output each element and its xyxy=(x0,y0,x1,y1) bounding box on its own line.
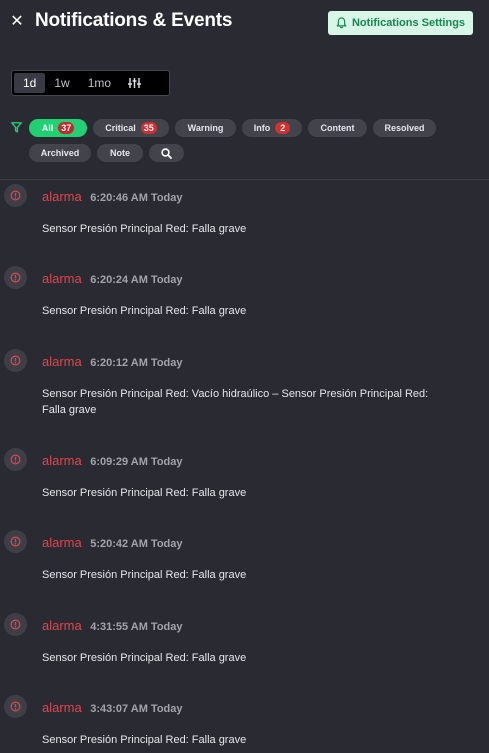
alert-icon xyxy=(4,349,27,372)
notifications-settings-label: Notifications Settings xyxy=(351,17,466,29)
range-option-1w[interactable]: 1w xyxy=(45,73,78,93)
filter-chip-critical[interactable]: Critical 35 xyxy=(93,119,169,137)
event-message: Sensor Presión Principal Red: Falla grav… xyxy=(42,487,247,499)
filter-chip-all[interactable]: All 37 xyxy=(29,119,87,137)
event-time: 6:20:46 AM Today xyxy=(90,192,183,204)
event-message: Sensor Presión Principal Red: Falla grav… xyxy=(42,652,247,664)
chip-label: Archived xyxy=(40,148,80,158)
event-message: Sensor Presión Principal Red: Falla grav… xyxy=(42,734,247,746)
filter-chip-note[interactable]: Note xyxy=(97,144,143,162)
chip-label: Resolved xyxy=(384,123,425,133)
count-badge: 35 xyxy=(140,122,157,134)
event-time: 6:09:29 AM Today xyxy=(90,456,183,468)
filter-chip-content[interactable]: Content xyxy=(308,119,367,137)
event-type: alarma xyxy=(42,453,82,468)
page-title: Notifications & Events xyxy=(35,10,233,31)
divider xyxy=(0,179,489,180)
event-time: 6:20:24 AM Today xyxy=(90,274,183,286)
filter-chip-archived[interactable]: Archived xyxy=(29,144,91,162)
alert-icon xyxy=(4,613,27,636)
event-time: 3:43:07 AM Today xyxy=(90,703,183,715)
filter-chip-resolved[interactable]: Resolved xyxy=(373,119,436,137)
event-time: 5:20:42 AM Today xyxy=(90,538,183,550)
count-badge: 37 xyxy=(58,122,75,134)
event-type: alarma xyxy=(42,189,82,204)
event-message: Sensor Presión Principal Red: Falla grav… xyxy=(42,569,247,581)
header: ✕ Notifications & Events Notifications S… xyxy=(0,0,489,46)
range-option-1mo[interactable]: 1mo xyxy=(79,73,120,93)
bell-icon xyxy=(336,17,347,29)
event-type: alarma xyxy=(42,700,82,715)
alert-icon xyxy=(4,695,27,718)
alert-icon xyxy=(4,448,27,471)
sliders-icon[interactable] xyxy=(120,77,149,89)
chip-label: Info xyxy=(253,123,271,133)
filter-chip-warning[interactable]: Warning xyxy=(175,119,236,137)
event-time: 4:31:55 AM Today xyxy=(90,621,183,633)
chip-label: Note xyxy=(110,148,130,158)
event-type: alarma xyxy=(42,618,82,633)
range-option-1d[interactable]: 1d xyxy=(14,73,46,93)
alert-icon xyxy=(4,530,27,553)
event-type: alarma xyxy=(42,535,82,550)
close-icon[interactable]: ✕ xyxy=(9,12,25,32)
event-message: Sensor Presión Principal Red: Falla grav… xyxy=(42,223,247,235)
event-type: alarma xyxy=(42,354,82,369)
funnel-icon[interactable] xyxy=(11,120,22,138)
chip-label: Warning xyxy=(187,123,224,133)
time-range-selector: 1d 1w 1mo xyxy=(11,70,170,96)
search-icon[interactable] xyxy=(149,144,184,162)
filter-chip-info[interactable]: Info 2 xyxy=(242,119,302,137)
event-message: Sensor Presión Principal Red: Falla grav… xyxy=(42,305,247,317)
event-time: 6:20:12 AM Today xyxy=(90,357,183,369)
chip-label: Critical xyxy=(105,123,136,133)
event-message: Sensor Presión Principal Red: Vacío hidr… xyxy=(42,388,429,416)
event-type: alarma xyxy=(42,271,82,286)
alert-icon xyxy=(4,266,27,289)
count-badge: 2 xyxy=(275,122,291,134)
notifications-settings-button[interactable]: Notifications Settings xyxy=(328,11,473,35)
chip-label: All xyxy=(41,123,54,133)
chip-label: Content xyxy=(320,123,355,133)
alert-icon xyxy=(4,184,27,207)
